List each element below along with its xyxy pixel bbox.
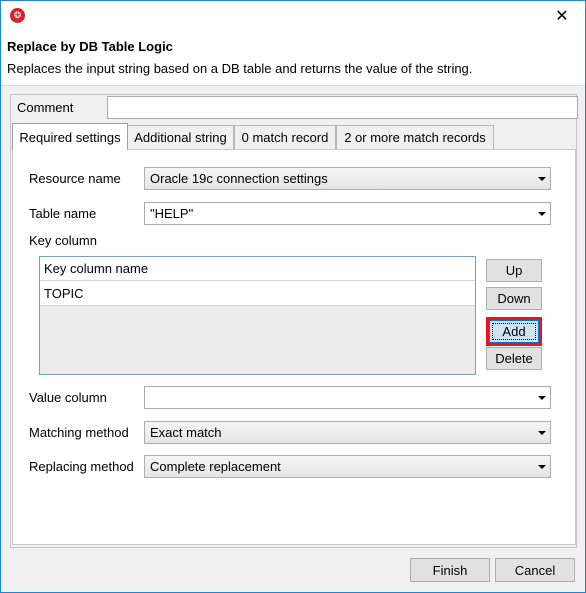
matching-method-label: Matching method [29, 425, 129, 440]
down-button[interactable]: Down [486, 287, 542, 310]
table-name-combobox[interactable]: "HELP" [144, 202, 551, 225]
matching-method-value: Exact match [150, 425, 222, 440]
delete-button[interactable]: Delete [486, 347, 542, 370]
chevron-down-icon [538, 177, 546, 181]
up-button[interactable]: Up [486, 259, 542, 282]
value-column-combobox[interactable] [144, 386, 551, 409]
replacing-method-value: Complete replacement [150, 459, 281, 474]
resource-name-label: Resource name [29, 171, 121, 186]
replacing-method-dropdown[interactable]: Complete replacement [144, 455, 551, 478]
chevron-down-icon [538, 431, 546, 435]
value-column-label: Value column [29, 390, 107, 405]
chevron-down-icon [538, 465, 546, 469]
table-name-value: "HELP" [150, 206, 194, 221]
add-button-highlight [486, 317, 542, 346]
resource-name-dropdown[interactable]: Oracle 19c connection settings [144, 167, 551, 190]
key-column-grid[interactable]: Key column name TOPIC [39, 256, 476, 375]
key-column-label: Key column [29, 233, 97, 248]
matching-method-dropdown[interactable]: Exact match [144, 421, 551, 444]
cancel-button[interactable]: Cancel [495, 558, 575, 582]
chevron-down-icon [538, 212, 546, 216]
table-name-label: Table name [29, 206, 97, 221]
key-column-name-header[interactable]: Key column name [40, 257, 475, 281]
resource-name-value: Oracle 19c connection settings [150, 171, 328, 186]
finish-button[interactable]: Finish [410, 558, 490, 582]
chevron-down-icon [538, 396, 546, 400]
table-row[interactable]: TOPIC [40, 281, 475, 306]
replacing-method-label: Replacing method [29, 459, 134, 474]
